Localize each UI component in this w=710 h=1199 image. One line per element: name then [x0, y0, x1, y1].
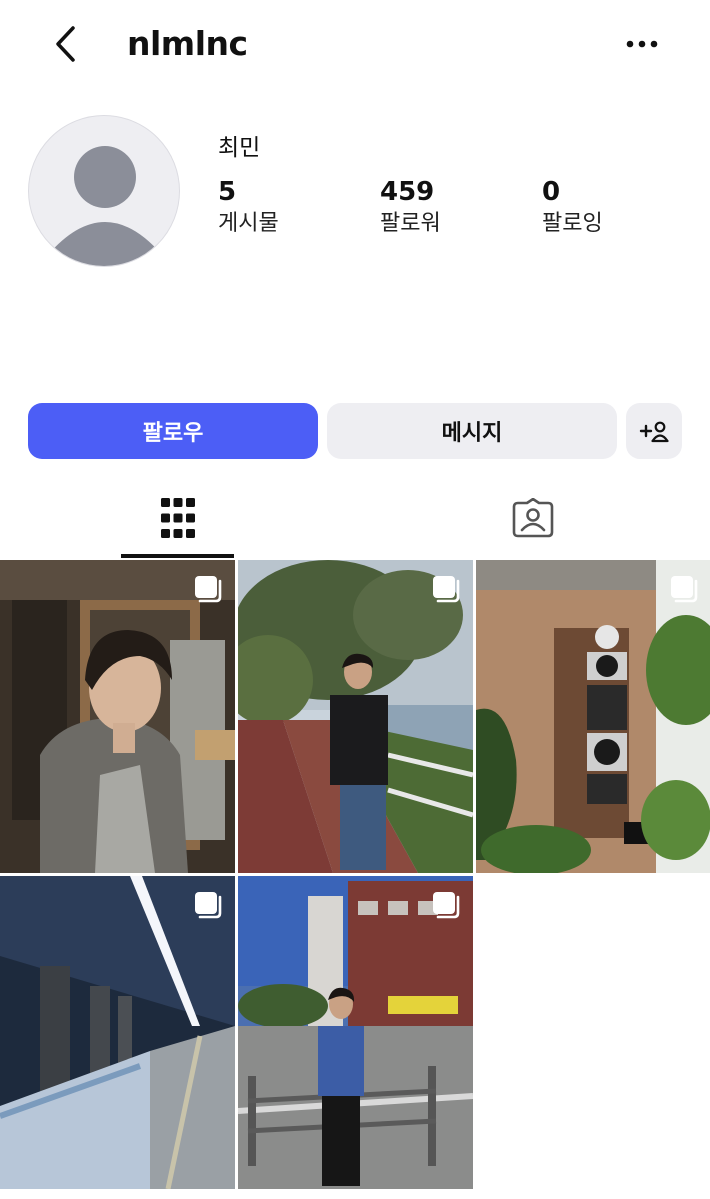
post-image	[238, 560, 473, 873]
avatar[interactable]	[28, 115, 180, 267]
suggest-users-button[interactable]	[626, 403, 682, 459]
post-image	[476, 560, 710, 873]
post-image	[0, 560, 235, 873]
stat-posts[interactable]: 5 게시물	[218, 176, 279, 240]
stat-posts-count: 5	[218, 177, 237, 207]
post-thumbnail[interactable]	[238, 560, 473, 873]
active-tab-indicator	[121, 554, 234, 558]
stat-followers-count: 459	[380, 177, 435, 207]
tab-tagged[interactable]	[476, 478, 589, 558]
stat-following-count: 0	[542, 177, 561, 207]
profile-tabs	[0, 478, 710, 560]
profile-header: nlmlnc	[0, 0, 710, 90]
post-image	[238, 876, 473, 1189]
add-person-icon	[639, 421, 669, 443]
stat-followers[interactable]: 459 팔로워	[380, 176, 441, 240]
tab-posts-grid[interactable]	[121, 478, 234, 558]
back-button[interactable]	[44, 22, 88, 66]
post-thumbnail[interactable]	[238, 876, 473, 1189]
post-image	[0, 876, 235, 1189]
post-thumbnail[interactable]	[0, 560, 235, 873]
multiple-photos-icon	[195, 892, 222, 919]
follow-button[interactable]: 팔로우	[28, 403, 318, 459]
stat-followers-label: 팔로워	[380, 211, 441, 236]
profile-username: nlmlnc	[127, 24, 248, 63]
multiple-photos-icon	[195, 576, 222, 603]
more-horizontal-icon	[626, 40, 658, 48]
stat-following-label: 팔로잉	[542, 211, 603, 236]
message-button[interactable]: 메시지	[327, 403, 617, 459]
grid-icon	[160, 498, 195, 538]
chevron-left-icon	[56, 26, 75, 62]
stat-following[interactable]: 0 팔로잉	[542, 176, 603, 240]
display-name: 최민	[218, 135, 261, 161]
tagged-person-icon	[512, 498, 553, 538]
stat-posts-label: 게시물	[218, 211, 279, 236]
multiple-photos-icon	[433, 892, 460, 919]
multiple-photos-icon	[433, 576, 460, 603]
multiple-photos-icon	[671, 576, 698, 603]
post-thumbnail[interactable]	[0, 876, 235, 1189]
more-options-button[interactable]	[620, 26, 664, 62]
post-thumbnail[interactable]	[476, 560, 710, 873]
default-avatar-icon	[47, 146, 163, 266]
